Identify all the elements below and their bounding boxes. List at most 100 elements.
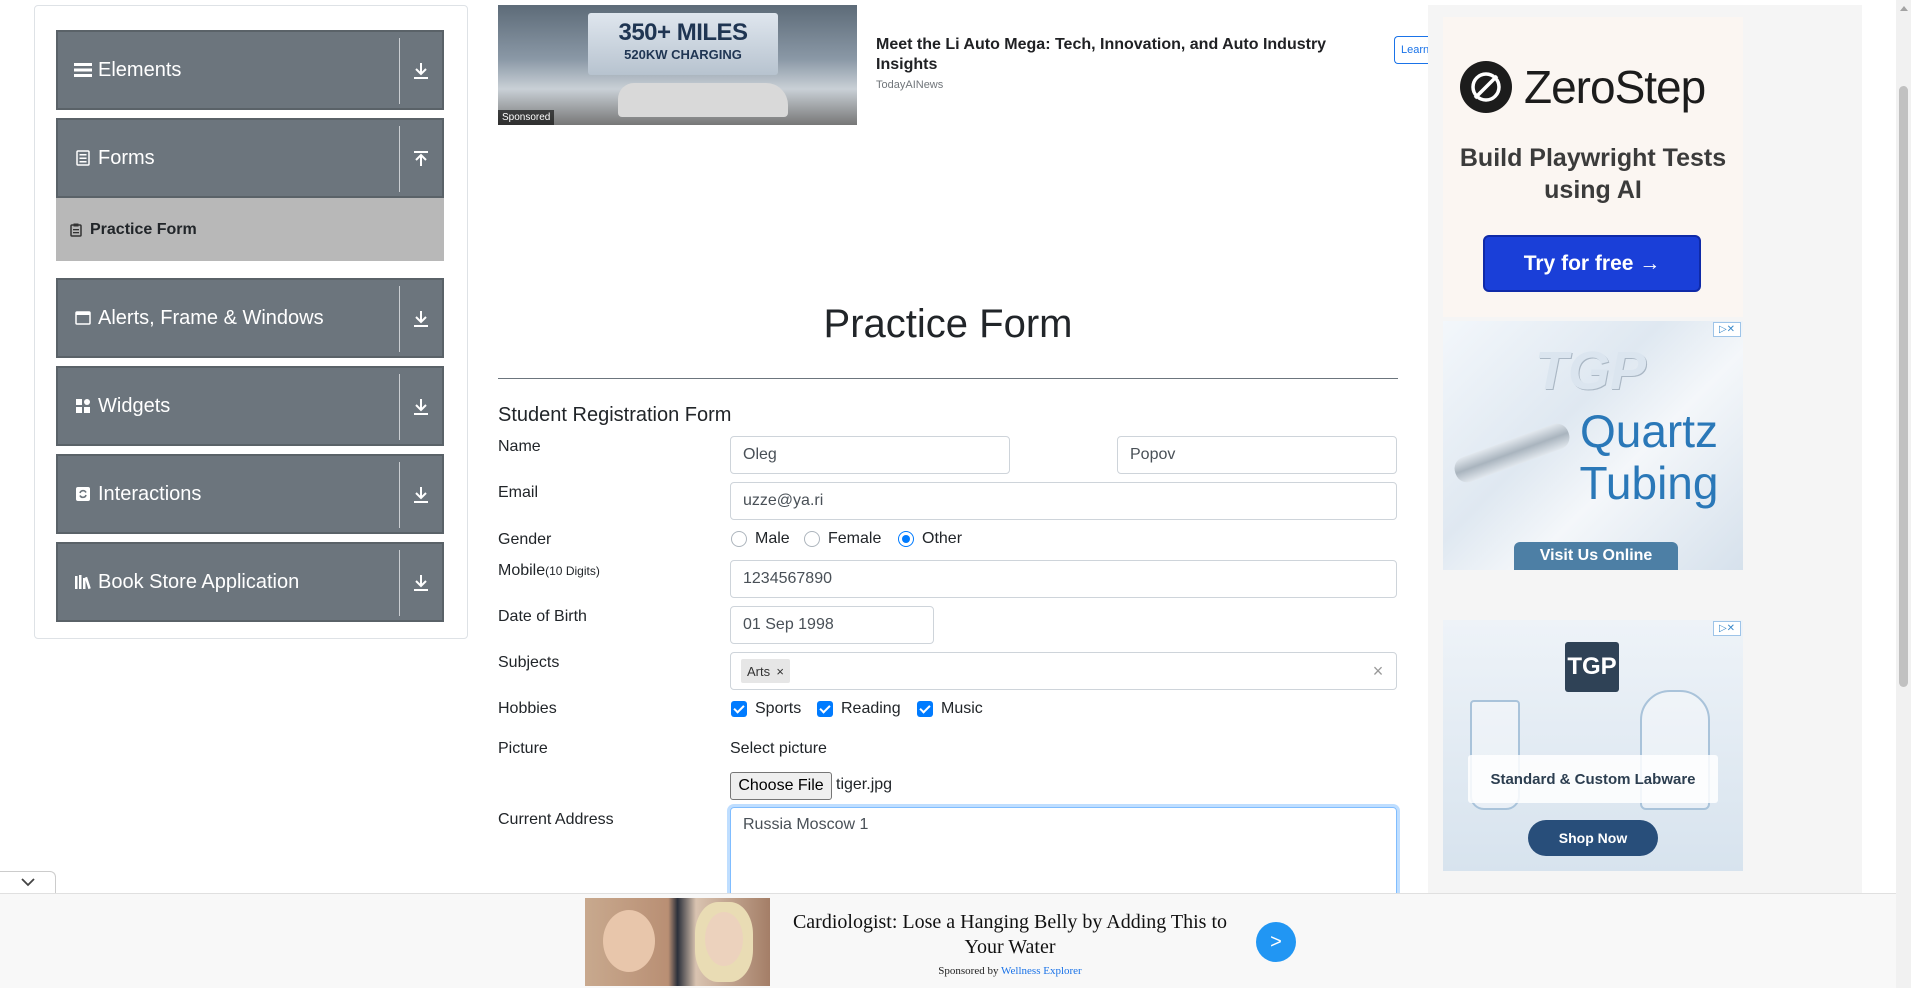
- list-icon: [74, 61, 92, 79]
- title-divider: [498, 378, 1398, 379]
- sidebar: Elements Forms Practice Form Alerts, Fra…: [34, 5, 468, 639]
- gender-male-radio[interactable]: [731, 531, 747, 547]
- window-icon: [74, 309, 92, 327]
- selected-file-name: tiger.jpg: [836, 776, 893, 793]
- gender-other-option[interactable]: Other: [898, 530, 962, 548]
- current-address-label: Current Address: [498, 811, 614, 828]
- download-icon: [410, 484, 432, 506]
- gender-label: Gender: [498, 531, 552, 548]
- sidebar-item-label: Practice Form: [90, 220, 197, 238]
- subjects-input[interactable]: [730, 652, 1397, 690]
- tgp-quartz-headline: Quartz Tubing: [1579, 405, 1719, 509]
- email-label: Email: [498, 484, 539, 501]
- dob-label: Date of Birth: [498, 608, 587, 625]
- first-name-input[interactable]: Oleg: [730, 436, 1010, 474]
- ad-car: [618, 83, 788, 117]
- gender-female-option[interactable]: Female: [804, 530, 881, 548]
- subject-chip-label: Arts: [747, 663, 771, 679]
- adchoice-icon[interactable]: ▷✕: [1713, 322, 1741, 337]
- choose-file-button[interactable]: Choose File: [730, 772, 832, 800]
- sidebar-group-label: Interactions: [98, 482, 202, 505]
- hobby-reading-option[interactable]: Reading: [817, 700, 901, 718]
- refresh-icon: [74, 485, 92, 503]
- books-icon: [74, 573, 92, 591]
- bottom-ad-title[interactable]: Cardiologist: Lose a Hanging Belly by Ad…: [780, 910, 1240, 960]
- gender-option-label: Other: [922, 530, 963, 547]
- chip-remove-icon[interactable]: ×: [770, 659, 790, 683]
- sidebar-group-elements[interactable]: Elements: [56, 30, 444, 110]
- hobby-label: Music: [941, 700, 983, 717]
- hobby-sports-checkbox[interactable]: [731, 701, 747, 717]
- document-icon: [74, 149, 92, 167]
- download-icon: [410, 308, 432, 330]
- hobby-music-checkbox[interactable]: [917, 701, 933, 717]
- dob-input[interactable]: 01 Sep 1998: [730, 606, 934, 644]
- gender-option-label: Male: [755, 530, 790, 547]
- download-icon: [410, 572, 432, 594]
- mobile-hint: (10 Digits): [545, 564, 600, 578]
- scroll-up-arrow-icon[interactable]: [1896, 0, 1911, 15]
- gender-option-label: Female: [828, 530, 882, 547]
- sidebar-group-forms[interactable]: Forms: [56, 118, 444, 198]
- sidebar-group-label: Elements: [98, 58, 182, 81]
- adchoice-icon[interactable]: ▷✕: [1713, 621, 1741, 636]
- tgp-logo: TGP: [1565, 642, 1619, 692]
- tgp-shop-button[interactable]: Shop Now: [1528, 820, 1658, 856]
- hobbies-label: Hobbies: [498, 700, 557, 717]
- top-ad-image[interactable]: 350+ MILES 520KW CHARGING Sponsored: [498, 5, 857, 125]
- bottom-ad-image[interactable]: [585, 898, 770, 986]
- sidebar-group-book-store[interactable]: Book Store Application: [56, 542, 444, 622]
- email-input[interactable]: uzze@ya.ri: [730, 482, 1397, 520]
- tgp-labware-label: Standard & Custom Labware: [1468, 755, 1718, 803]
- download-icon: [410, 60, 432, 82]
- hobby-label: Sports: [755, 700, 802, 717]
- zerostep-logo-icon: [1460, 61, 1512, 113]
- top-ad-title[interactable]: Meet the Li Auto Mega: Tech, Innovation,…: [876, 35, 1336, 75]
- name-label: Name: [498, 438, 541, 455]
- clear-icon[interactable]: ×: [1368, 660, 1388, 682]
- bottom-ad-go-button[interactable]: >: [1256, 922, 1296, 962]
- form-title: Student Registration Form: [498, 404, 732, 426]
- bottom-ad-sponsor: Sponsored by Wellness Explorer: [938, 965, 1082, 977]
- gender-female-radio[interactable]: [804, 531, 820, 547]
- ad-billboard: 350+ MILES 520KW CHARGING: [588, 13, 778, 75]
- grid-icon: [74, 397, 92, 415]
- sidebar-group-alerts[interactable]: Alerts, Frame & Windows: [56, 278, 444, 358]
- select-picture-label: Select picture: [730, 740, 827, 757]
- clipboard-icon: [70, 223, 84, 237]
- hobby-music-option[interactable]: Music: [917, 700, 983, 718]
- hobby-reading-checkbox[interactable]: [817, 701, 833, 717]
- zerostep-tagline: Build Playwright Tests using AI: [1459, 144, 1727, 204]
- gender-other-radio[interactable]: [898, 531, 914, 547]
- zerostep-try-button[interactable]: Try for free →: [1483, 235, 1701, 292]
- hobby-sports-option[interactable]: Sports: [731, 700, 801, 718]
- bottom-ad-sponsor-link[interactable]: Wellness Explorer: [1001, 965, 1082, 977]
- page-title: Practice Form: [823, 302, 1073, 346]
- subject-chip: Arts ×: [741, 659, 791, 683]
- sidebar-group-widgets[interactable]: Widgets: [56, 366, 444, 446]
- sidebar-group-interactions[interactable]: Interactions: [56, 454, 444, 534]
- last-name-input[interactable]: Popov: [1117, 436, 1397, 474]
- hobby-label: Reading: [841, 700, 901, 717]
- scrollbar-thumb[interactable]: [1899, 86, 1908, 687]
- mobile-label: Mobile(10 Digits): [498, 562, 600, 579]
- upload-icon: [410, 148, 432, 170]
- picture-label: Picture: [498, 740, 548, 757]
- sidebar-group-label: Forms: [98, 146, 155, 169]
- download-icon: [410, 396, 432, 418]
- zerostep-name: ZeroStep: [1524, 61, 1706, 113]
- sidebar-item-practice-form[interactable]: Practice Form: [56, 198, 444, 261]
- current-address-textarea[interactable]: Russia Moscow 1: [730, 807, 1397, 907]
- chevron-down-icon: [20, 874, 35, 892]
- sidebar-group-label: Alerts, Frame & Windows: [98, 306, 324, 329]
- zerostep-logo: ZeroStep: [1460, 60, 1706, 114]
- gender-male-option[interactable]: Male: [731, 530, 790, 548]
- top-ad-source: TodayAINews: [876, 79, 944, 91]
- mobile-input[interactable]: 1234567890: [730, 560, 1397, 598]
- collapse-ad-button[interactable]: [0, 871, 56, 893]
- tgp-brand: TGP: [1535, 341, 1647, 401]
- sidebar-group-label: Widgets: [98, 394, 171, 417]
- subjects-label: Subjects: [498, 654, 560, 671]
- ad-sponsored-label: Sponsored: [498, 110, 555, 125]
- tgp-visit-button[interactable]: Visit Us Online: [1514, 542, 1678, 570]
